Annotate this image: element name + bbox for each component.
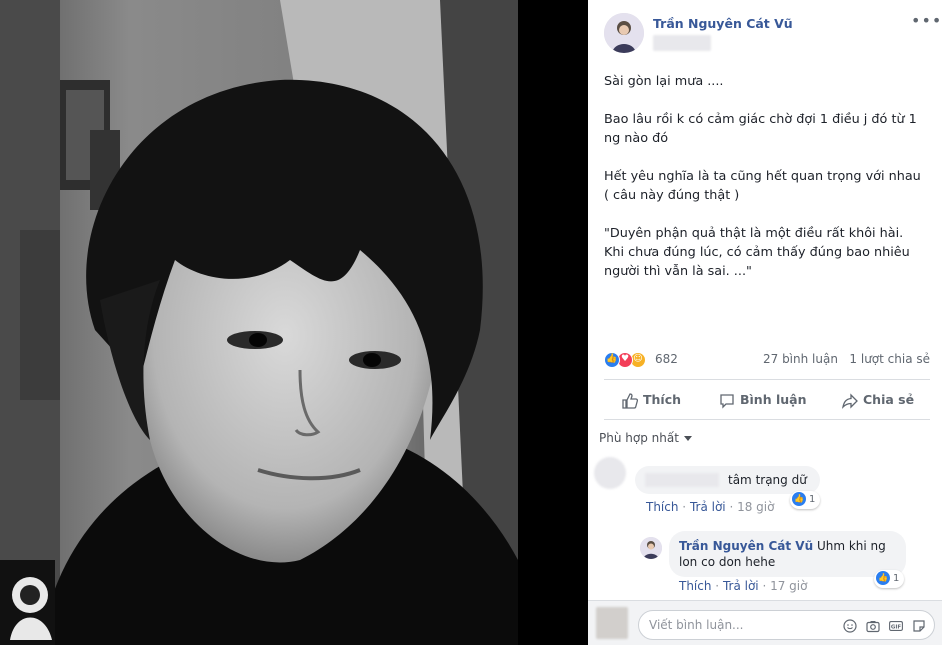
- reply-like-badge[interactable]: 👍 1: [874, 570, 905, 588]
- comment-text: tâm trạng dữ: [728, 473, 807, 487]
- viewer-avatar-redacted: [596, 607, 628, 639]
- reply-author-avatar[interactable]: [640, 537, 662, 559]
- reply-text-line2: lon co don hehe: [679, 555, 776, 569]
- divider: [604, 379, 930, 380]
- caption-line: Hết yêu nghĩa là ta cũng hết quan trọng …: [604, 169, 921, 203]
- comment-bubble: tâm trạng dữ: [635, 466, 820, 494]
- chevron-down-icon: [683, 436, 692, 441]
- reply-reply-link[interactable]: Trả lời: [723, 579, 759, 593]
- post-actions: Thích Bình luận Chia sẻ: [604, 386, 930, 416]
- reply-bubble: Trần Nguyên Cát Vũ Uhm khi ng lon co don…: [669, 531, 906, 577]
- share-icon: [841, 392, 858, 409]
- caption-line: Bao lâu rồi k có cảm giác chờ đợi 1 điều…: [604, 112, 917, 146]
- post-header: Trần Nguyên Cát Vũ •••: [588, 0, 942, 62]
- comment-reply-link[interactable]: Trả lời: [690, 500, 726, 514]
- post-photo[interactable]: [0, 0, 518, 645]
- gif-icon[interactable]: GIF: [889, 619, 903, 633]
- photo-viewer: Trần Nguyên Cát Vũ ••• Sài gòn lại mưa .…: [0, 0, 942, 645]
- comments-count[interactable]: 27 bình luận: [763, 352, 838, 366]
- commenter-name-redacted[interactable]: [645, 473, 719, 487]
- shares-count[interactable]: 1 lượt chia sẻ: [849, 352, 930, 366]
- more-icon[interactable]: •••: [911, 13, 941, 32]
- post-side-panel: Trần Nguyên Cát Vũ ••• Sài gòn lại mưa .…: [588, 0, 942, 645]
- author-name[interactable]: Trần Nguyên Cát Vũ: [653, 16, 793, 31]
- comment-like-badge[interactable]: 👍 1: [790, 491, 821, 509]
- camera-icon[interactable]: [866, 619, 880, 633]
- comment-composer: Viết bình luận... GIF: [588, 600, 942, 645]
- comment-like-count: 1: [809, 494, 816, 505]
- caption-line: "Duyên phận quả thật là một điều rất khô…: [604, 226, 910, 279]
- comment-like-link[interactable]: Thích: [646, 500, 678, 514]
- comment-label: Bình luận: [740, 392, 807, 407]
- reaction-count[interactable]: 682: [655, 352, 678, 366]
- like-icon: 👍: [876, 571, 890, 585]
- comment-icon: [720, 393, 734, 409]
- comment-placeholder: Viết bình luận...: [649, 618, 744, 632]
- like-reaction-icon[interactable]: 👍: [604, 352, 620, 368]
- share-label: Chia sẻ: [863, 392, 915, 407]
- share-button[interactable]: Chia sẻ: [841, 386, 915, 414]
- post-timestamp-redacted: [653, 35, 711, 51]
- post-stats: 27 bình luận 1 lượt chia sẻ: [763, 352, 930, 366]
- caption-line: Sài gòn lại mưa ....: [604, 74, 724, 89]
- emoji-icon[interactable]: [843, 619, 857, 633]
- like-icon: 👍: [792, 492, 806, 506]
- like-button[interactable]: Thích: [622, 386, 681, 414]
- post-caption: Sài gòn lại mưa .... Bao lâu rồi k có cả…: [604, 72, 934, 300]
- reply-like-count: 1: [893, 573, 900, 584]
- sticker-icon[interactable]: [912, 619, 926, 633]
- like-label: Thích: [643, 392, 682, 407]
- comment-time[interactable]: 18 giờ: [737, 500, 774, 514]
- comment-button[interactable]: Bình luận: [719, 386, 806, 414]
- author-avatar[interactable]: [604, 13, 644, 53]
- comment-input[interactable]: Viết bình luận... GIF: [638, 610, 935, 640]
- portrait-image: [0, 0, 518, 645]
- comment-meta: Thích · Trả lời · 18 giờ: [646, 500, 775, 514]
- reply-meta: Thích · Trả lời · 17 giờ: [679, 579, 808, 593]
- svg-text:GIF: GIF: [891, 624, 902, 630]
- reply-text-line1: Uhm khi ng: [816, 539, 886, 553]
- like-icon: [622, 392, 639, 409]
- reactions-bar: 👍 ♥ ☺ 682 27 bình luận 1 lượt chia sẻ: [604, 351, 930, 369]
- comment-sort-dropdown[interactable]: Phù hợp nhất: [599, 431, 692, 445]
- commenter-avatar-redacted[interactable]: [594, 457, 626, 489]
- sort-label: Phù hợp nhất: [599, 431, 679, 445]
- reply-time[interactable]: 17 giờ: [770, 579, 807, 593]
- reply-like-link[interactable]: Thích: [679, 579, 711, 593]
- divider: [604, 419, 930, 420]
- reply-author-name[interactable]: Trần Nguyên Cát Vũ: [679, 539, 813, 553]
